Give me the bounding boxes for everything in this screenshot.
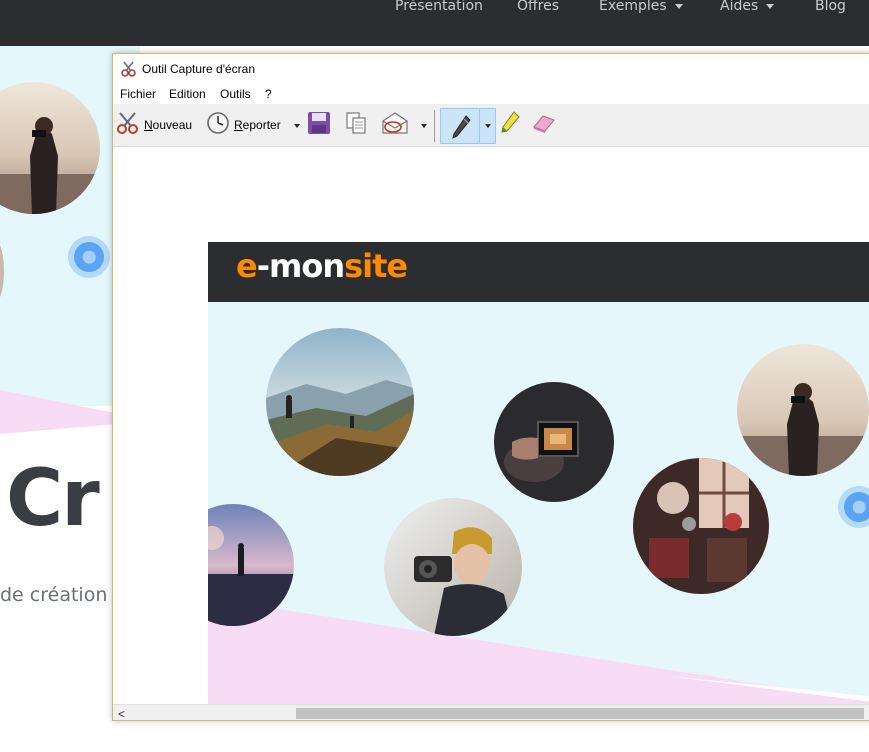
menu-help[interactable]: ? [265, 87, 272, 101]
nav-link-exemples[interactable]: Exemples [599, 0, 683, 14]
e-monsite-logo: e-monsite [236, 247, 408, 285]
photo-mountain-hiker [266, 328, 414, 476]
toolbar: Nouveau Reporter [113, 104, 869, 147]
slider-dot-icon[interactable] [74, 242, 104, 272]
title-bar[interactable]: Outil Capture d'écran [113, 54, 869, 84]
highlighter-icon [499, 110, 521, 141]
send-email-icon [381, 111, 409, 140]
site-heading: Cr [6, 454, 100, 544]
pen-split-divider [479, 109, 480, 143]
captured-screenshot: e-monsite [208, 242, 869, 704]
snipping-tool-window: Outil Capture d'écran Fichier Edition Ou… [112, 53, 869, 721]
photo-camera-viewfinder [494, 382, 614, 502]
capture-canvas: e-monsite [113, 148, 869, 704]
scissors-app-icon [121, 61, 137, 82]
site-subtitle: de création [0, 584, 108, 606]
chevron-down-icon [674, 3, 683, 9]
scrollbar-thumb[interactable] [296, 708, 864, 719]
horizontal-scrollbar[interactable]: < [113, 704, 869, 720]
delay-label: Reporter [234, 118, 281, 132]
clock-icon [206, 111, 230, 140]
nav-link-offres[interactable]: Offres [517, 0, 559, 14]
slider-dot-icon[interactable] [844, 492, 869, 522]
send-email-button[interactable] [381, 108, 409, 142]
scroll-left-arrow-icon[interactable]: < [118, 707, 125, 720]
highlighter-button[interactable] [499, 108, 521, 142]
photo-woman-camera [384, 498, 522, 636]
nav-link-blog[interactable]: Blog [815, 0, 846, 14]
new-capture-button[interactable]: Nouveau [116, 108, 192, 142]
pen-dropdown-icon[interactable] [485, 124, 491, 128]
eraser-icon [531, 112, 557, 139]
photo-photographer [737, 344, 869, 476]
save-button[interactable] [307, 108, 331, 142]
window-title: Outil Capture d'écran [142, 62, 256, 76]
menu-bar: Fichier Edition Outils ? [113, 84, 869, 104]
menu-fichier[interactable]: Fichier [120, 87, 156, 101]
nav-link-presentation[interactable]: Présentation [395, 0, 483, 14]
pen-button[interactable] [440, 108, 496, 144]
site-navbar: Présentation Offres Exemples Aides Blog [0, 0, 869, 46]
copy-icon [344, 111, 368, 140]
menu-edition[interactable]: Edition [169, 87, 206, 101]
nav-link-aides[interactable]: Aides [720, 0, 775, 14]
delay-dropdown-icon[interactable] [294, 124, 300, 128]
pen-icon [450, 114, 472, 145]
photo-vintage-interior [633, 458, 769, 594]
scissors-icon [116, 111, 140, 140]
copy-button[interactable] [344, 108, 368, 142]
send-dropdown-icon[interactable] [421, 124, 427, 128]
new-capture-label: Nouveau [144, 118, 193, 132]
nav-link-exemples-label: Exemples [599, 0, 667, 14]
delay-button[interactable]: Reporter [206, 108, 281, 142]
save-icon [307, 111, 331, 140]
capture-header: e-monsite [208, 242, 869, 302]
toolbar-separator [434, 110, 435, 142]
menu-outils[interactable]: Outils [220, 87, 251, 101]
eraser-button[interactable] [531, 108, 557, 142]
chevron-down-icon [766, 3, 775, 9]
nav-link-aides-label: Aides [720, 0, 759, 14]
